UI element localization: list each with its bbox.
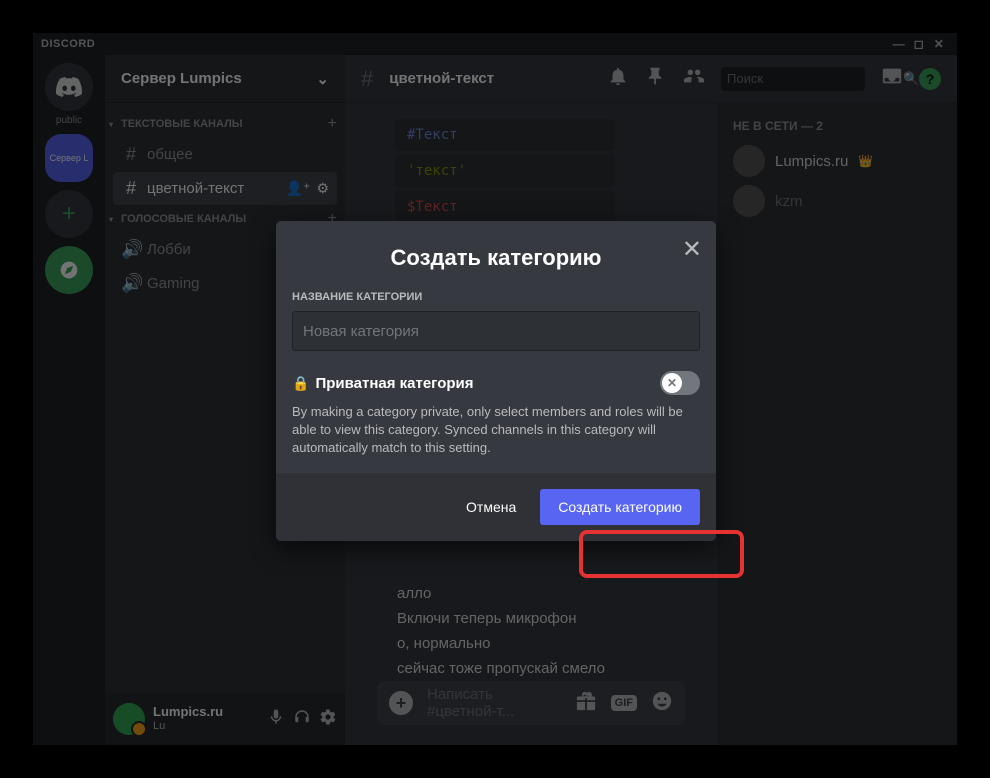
close-icon[interactable]: ✕ (682, 235, 702, 264)
private-toggle[interactable]: ✕ (660, 371, 700, 395)
toggle-knob: ✕ (662, 373, 682, 393)
modal-title: Создать категорию (292, 245, 700, 271)
create-category-button[interactable]: Создать категорию (540, 489, 700, 525)
category-name-input[interactable] (292, 311, 700, 351)
lock-icon: 🔒 (292, 375, 309, 392)
cancel-button[interactable]: Отмена (450, 489, 532, 525)
private-label: Приватная категория (315, 375, 473, 392)
create-category-modal: ✕ Создать категорию НАЗВАНИЕ КАТЕГОРИИ 🔒… (276, 221, 716, 541)
private-description: By making a category private, only selec… (292, 403, 700, 457)
category-name-label: НАЗВАНИЕ КАТЕГОРИИ (292, 291, 700, 303)
